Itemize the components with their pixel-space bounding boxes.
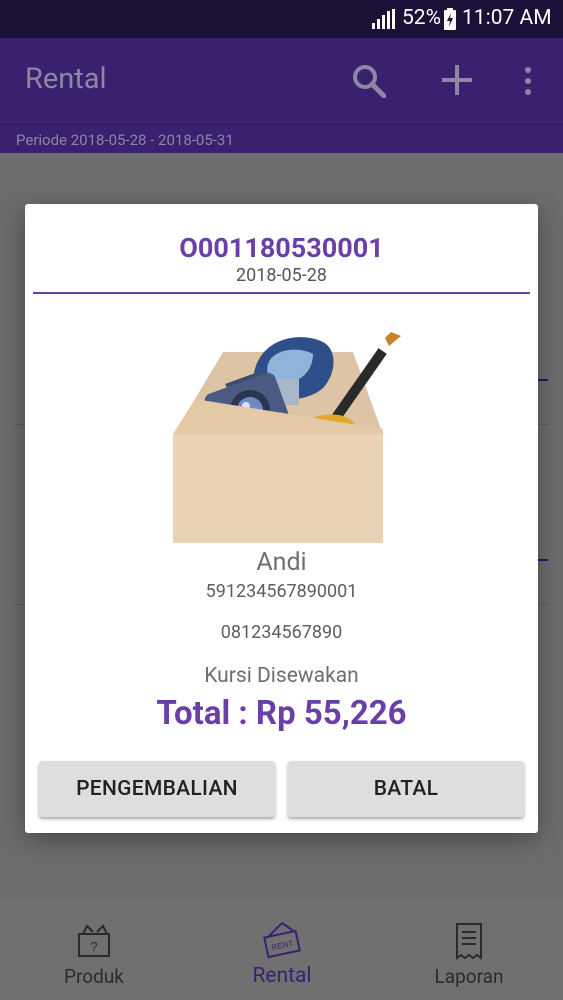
nav-label-produk: Produk: [64, 965, 124, 988]
customer-name: Andi: [256, 548, 307, 577]
transaction-code: O001180530001: [179, 232, 384, 264]
cancel-button[interactable]: BATAL: [288, 761, 524, 817]
period-bar: Periode 2018-05-28 - 2018-05-31: [0, 124, 563, 154]
bottom-navigation: ? Produk RENT Rental Laporan: [0, 898, 563, 1000]
header-divider: [33, 292, 530, 294]
return-button[interactable]: PENGEMBALIAN: [39, 761, 275, 817]
nav-item-rental[interactable]: RENT Rental: [188, 898, 376, 1000]
nav-item-laporan[interactable]: Laporan: [375, 898, 563, 1000]
rent-sign-icon: RENT: [263, 922, 301, 959]
battery-icon: [444, 8, 456, 30]
period-label: Periode 2018-05-28 - 2018-05-31: [16, 131, 234, 149]
clock: 11:07 AM: [462, 6, 552, 30]
nav-label-rental: Rental: [252, 964, 312, 988]
customer-id-number: 591234567890001: [205, 581, 358, 602]
rented-item: Kursi Disewakan: [204, 664, 359, 688]
nav-item-produk[interactable]: ? Produk: [0, 898, 188, 1000]
transaction-date: 2018-05-28: [236, 265, 327, 286]
rental-detail-dialog: O001180530001 2018-05-28 Andi 5912345678…: [25, 204, 538, 833]
signal-icon: [372, 9, 395, 29]
total-amount: Total : Rp 55,226: [156, 694, 407, 733]
receipt-icon: [456, 923, 482, 960]
page-title: Rental: [25, 62, 107, 96]
svg-text:?: ?: [90, 939, 97, 954]
rental-box-illustration: [173, 332, 401, 543]
more-vert-icon[interactable]: [523, 66, 533, 96]
list-accent: [538, 379, 548, 381]
add-icon[interactable]: [441, 64, 473, 96]
battery-percentage: 52%: [402, 6, 441, 30]
customer-phone: 081234567890: [220, 622, 343, 643]
product-bag-icon: ?: [78, 924, 110, 957]
nav-label-laporan: Laporan: [434, 965, 504, 988]
list-accent: [538, 559, 548, 561]
status-bar: 52% 11:07 AM: [0, 0, 563, 38]
app-bar: Rental: [0, 38, 563, 124]
svg-text:RENT: RENT: [271, 939, 294, 952]
search-icon[interactable]: [352, 64, 386, 98]
